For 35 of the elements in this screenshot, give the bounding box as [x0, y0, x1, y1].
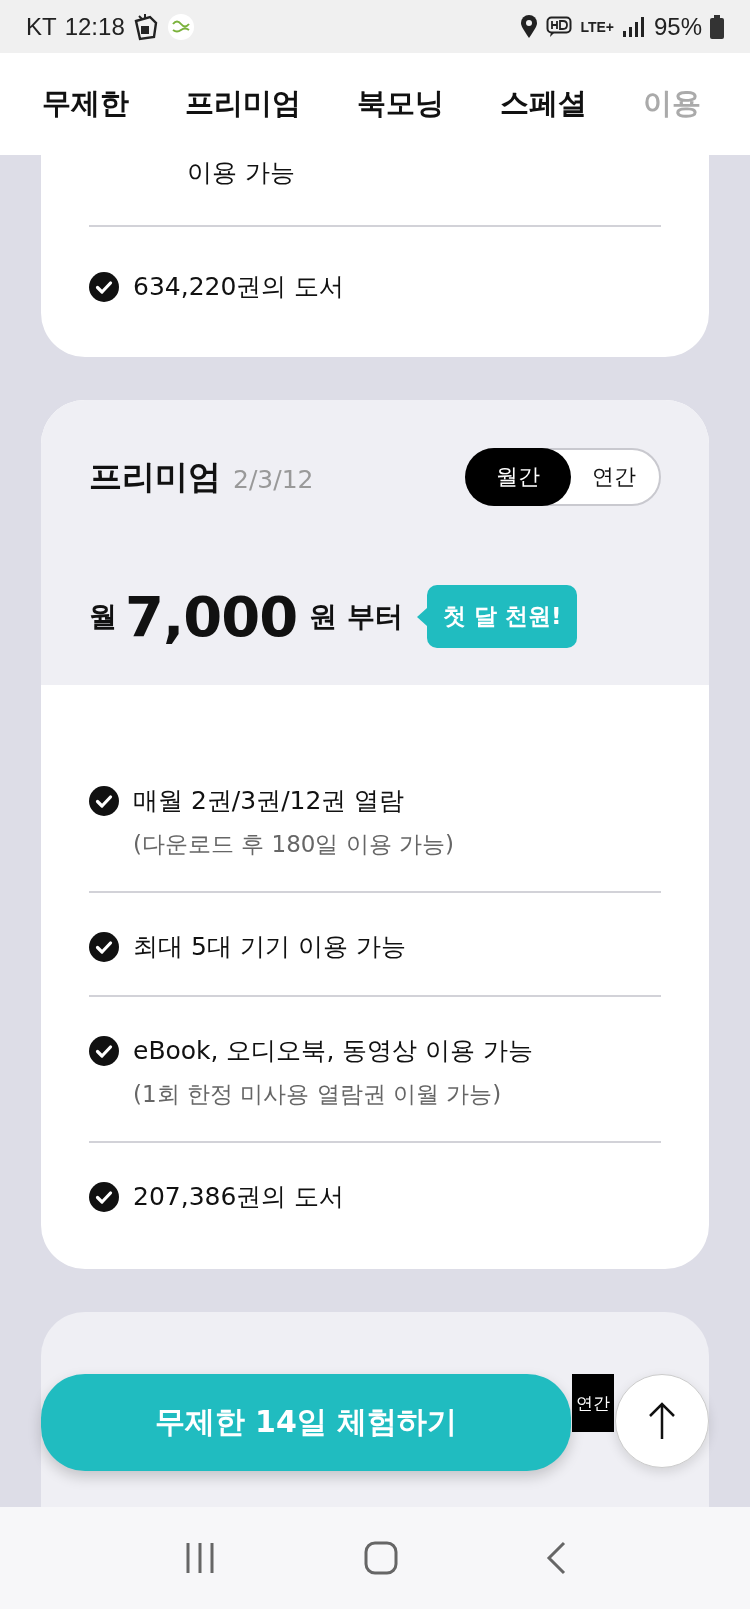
- feature-text: 매월 2권/3권/12권 열람: [133, 785, 406, 817]
- category-tab[interactable]: 무제한: [42, 84, 129, 124]
- category-tab[interactable]: 북모닝: [357, 84, 444, 124]
- billing-option[interactable]: 연간: [572, 1374, 614, 1432]
- battery-level: 95%: [653, 12, 702, 41]
- category-tab[interactable]: 스페셜: [500, 84, 587, 124]
- feature-text: 634,220권의 도서: [133, 271, 345, 303]
- home-icon[interactable]: [363, 1540, 399, 1576]
- plan-subtitle: 2/3/12: [233, 464, 314, 494]
- feature-note: (다운로드 후 180일 이용 가능): [133, 830, 455, 859]
- feature-text: 최대 5대 기기 이용 가능: [133, 931, 406, 963]
- price-amount: 7,000: [125, 584, 298, 649]
- battery-icon: [710, 14, 724, 39]
- check-icon: [89, 1182, 119, 1212]
- price-suffix: 원 부터: [309, 598, 403, 635]
- carrier: KT: [26, 12, 57, 41]
- category-tab[interactable]: 프리미엄: [185, 84, 301, 124]
- price-prefix: 월: [89, 598, 117, 635]
- up-arrow-icon: [647, 1401, 677, 1441]
- feature-text: 이용 가능: [186, 159, 295, 187]
- clock: 12:18: [64, 12, 125, 41]
- billing-option[interactable]: 월간: [465, 448, 571, 506]
- check-icon: [89, 932, 119, 962]
- hd-voice-icon: [546, 15, 573, 38]
- feature-note: (1회 한정 미사용 열람권 이월 가능): [133, 1080, 503, 1109]
- location-icon: [520, 14, 539, 39]
- check-icon: [89, 1036, 119, 1066]
- back-icon[interactable]: [545, 1540, 567, 1576]
- check-icon: [89, 786, 119, 816]
- check-icon: [89, 272, 119, 302]
- feature-text: 207,386권의 도서: [133, 1181, 345, 1213]
- feature-text: eBook, 오디오북, 동영상 이용 가능: [133, 1035, 534, 1067]
- signal-icon: [621, 15, 646, 38]
- plan-title: 프리미엄: [89, 455, 221, 498]
- network-type: LTE+: [580, 19, 614, 34]
